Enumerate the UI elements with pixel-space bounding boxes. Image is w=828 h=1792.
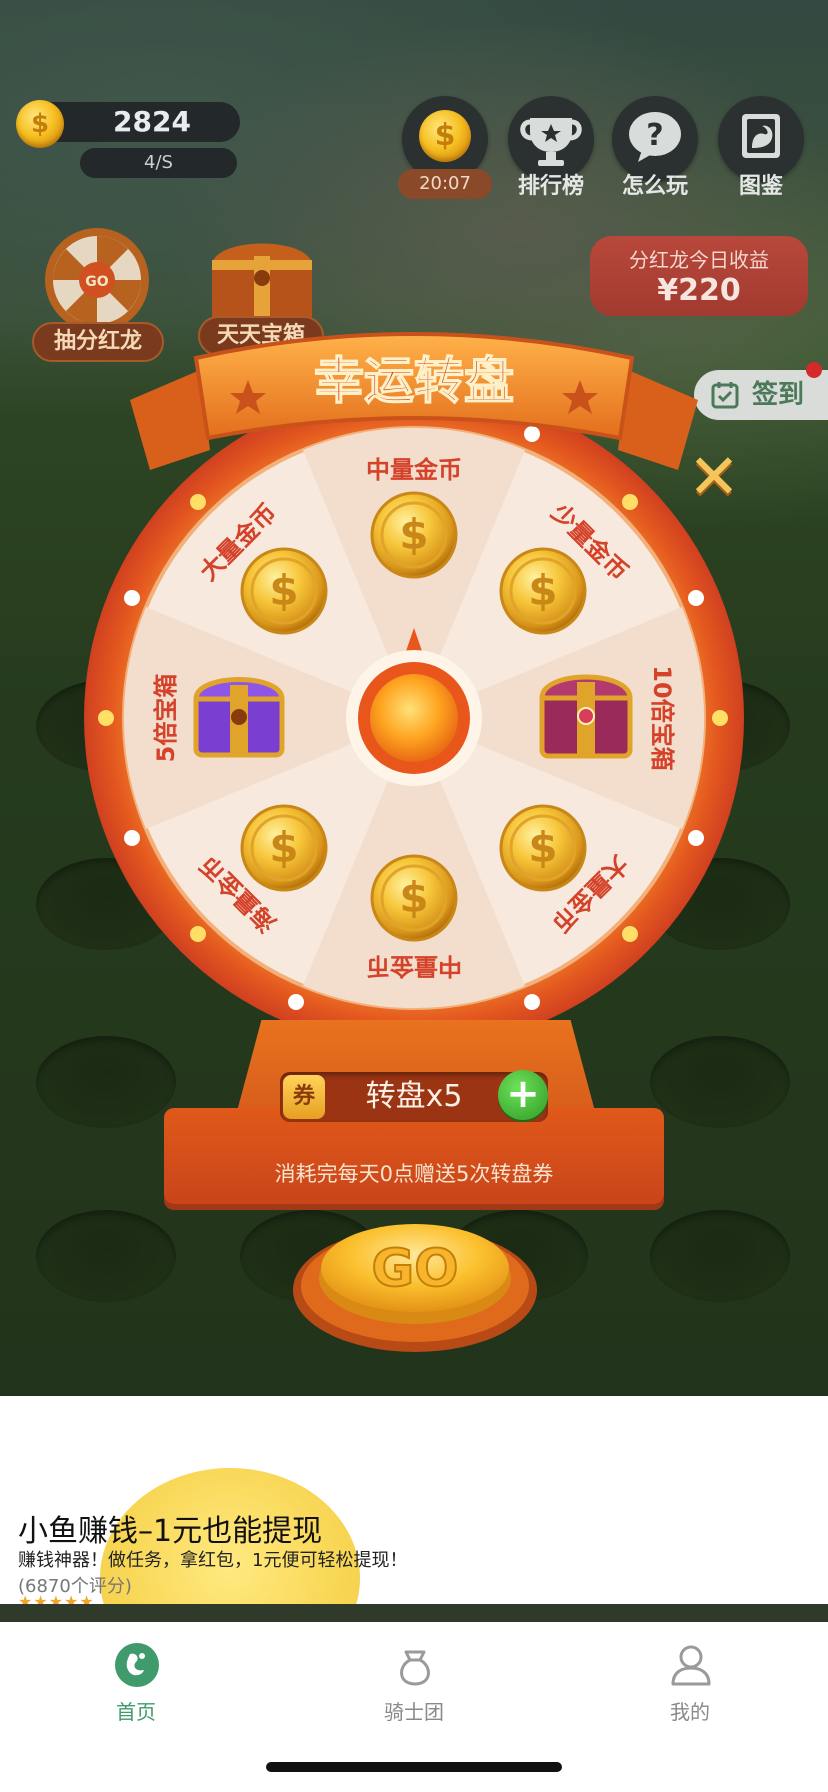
- segment-label: 中量金币: [366, 456, 462, 484]
- segment-label: 中量金币: [366, 952, 462, 980]
- svg-text:$: $: [399, 510, 428, 559]
- go-spin-button[interactable]: GO: [290, 1206, 540, 1356]
- ad-banner[interactable]: 小鱼赚钱–1元也能提现 赚钱神器！做任务，拿红包，1元便可轻松提现！ (6870…: [0, 1396, 828, 1622]
- wheel-title: 幸运转盘: [314, 352, 514, 410]
- segment-label: 5倍宝箱: [152, 674, 180, 763]
- ticket-note: 消耗完每天0点赠送5次转盘券: [274, 1162, 554, 1186]
- coin-icon: $: [370, 491, 458, 579]
- coin-rate: 4/S: [80, 148, 237, 178]
- ad-title: 小鱼赚钱–1元也能提现: [18, 1514, 323, 1549]
- add-ticket-button[interactable]: +: [498, 1070, 548, 1120]
- coin-icon: $: [419, 110, 471, 162]
- ticket-count: 转盘x5: [365, 1079, 463, 1114]
- mini-wheel-go: GO: [85, 274, 108, 290]
- coin-icon: $: [240, 547, 328, 635]
- tab-mine-label: 我的: [670, 1700, 710, 1724]
- coin-icon: $: [370, 854, 458, 942]
- leaderboard-label: 排行榜: [517, 174, 584, 199]
- purple-chest-icon: [193, 677, 285, 758]
- svg-text:?: ?: [646, 118, 663, 153]
- go-label: GO: [372, 1239, 459, 1299]
- wheel-hub: [370, 674, 458, 762]
- red-chest-icon: [539, 674, 633, 759]
- coin-icon: $: [499, 804, 587, 892]
- svg-text:$: $: [528, 823, 557, 872]
- user-icon: [671, 1645, 711, 1686]
- earnings-value: ¥220: [657, 273, 741, 308]
- screen: 2824 $ 4/S $ 20:07 ? 排行榜 怎么玩 图鉴 分红龙今日收益 …: [0, 0, 828, 1792]
- bag-icon: [400, 1650, 430, 1686]
- coin-icon: $: [499, 547, 587, 635]
- timer-label: 20:07: [398, 169, 492, 199]
- tab-knights-label: 骑士团: [384, 1700, 444, 1724]
- album-label: 图鉴: [738, 174, 783, 199]
- svg-text:$: $: [269, 566, 298, 615]
- lucky-wheel: 中量金币 少量金币 10倍宝箱 大量金币 中量金币 海量金币 5倍宝箱 大量金币…: [84, 332, 744, 1048]
- tab-home[interactable]: 首页: [56, 1622, 216, 1732]
- ad-description: 赚钱神器！做任务，拿红包，1元便可轻松提现！: [18, 1550, 408, 1571]
- dragon-earnings-panel[interactable]: 分红龙今日收益 ¥220: [590, 236, 808, 316]
- how-to-play-label: 怎么玩: [621, 174, 688, 199]
- home-indicator: [266, 1762, 562, 1772]
- coin-icon: $: [16, 100, 64, 148]
- close-button[interactable]: ✕: [686, 446, 742, 508]
- tab-mine[interactable]: 我的: [610, 1622, 770, 1732]
- segment-label: 10倍宝箱: [648, 665, 676, 770]
- tab-home-label: 首页: [116, 1700, 156, 1724]
- earnings-title: 分红龙今日收益: [629, 248, 769, 272]
- svg-text:$: $: [269, 823, 298, 872]
- tab-knights[interactable]: 骑士团: [334, 1622, 494, 1732]
- home-icon: [115, 1643, 159, 1687]
- svg-text:$: $: [399, 873, 428, 922]
- ticket-icon: 券: [283, 1075, 325, 1119]
- wheel-base: [164, 1108, 664, 1204]
- coin-icon: $: [240, 804, 328, 892]
- svg-text:$: $: [528, 566, 557, 615]
